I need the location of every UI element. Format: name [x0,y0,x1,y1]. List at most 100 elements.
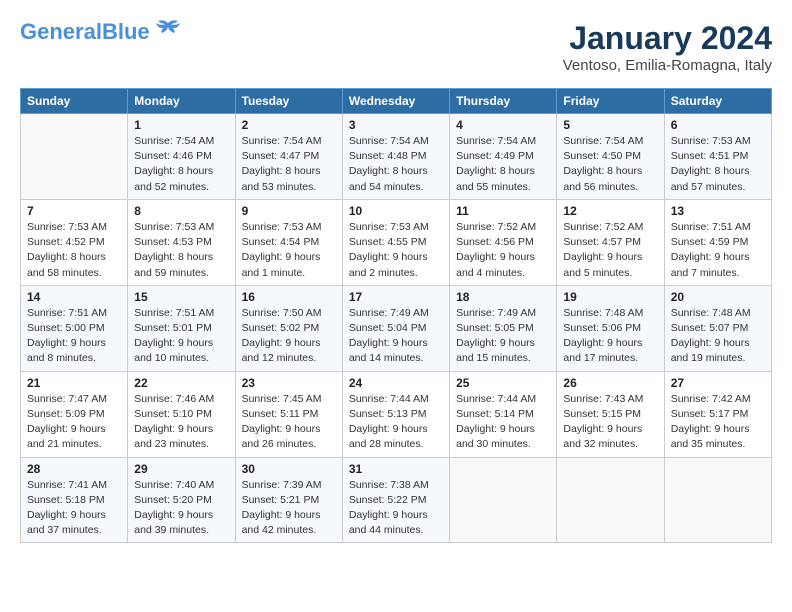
day-number: 12 [563,204,657,218]
day-number: 28 [27,462,121,476]
day-number: 25 [456,376,550,390]
calendar-cell: 2 Sunrise: 7:54 AMSunset: 4:47 PMDaylight… [235,114,342,200]
day-number: 10 [349,204,443,218]
day-number: 16 [242,290,336,304]
calendar-week-row: 1Sunrise: 7:54 AMSunset: 4:46 PMDaylight… [21,114,772,200]
calendar-subtitle: Ventoso, Emilia-Romagna, Italy [563,57,772,74]
calendar-cell: 26 Sunrise: 7:43 AMSunset: 5:15 PMDayligh… [557,371,664,457]
day-detail: Sunrise: 7:54 AMSunset: 4:48 PMDaylight:… [349,134,443,195]
calendar-cell [450,457,557,543]
calendar-cell: 8 Sunrise: 7:53 AMSunset: 4:53 PMDaylight… [128,199,235,285]
day-detail: Sunrise: 7:43 AMSunset: 5:15 PMDaylight:… [563,392,657,453]
calendar-cell: 16 Sunrise: 7:50 AMSunset: 5:02 PMDayligh… [235,285,342,371]
weekday-header-thursday: Thursday [450,89,557,114]
calendar-cell: 21Sunrise: 7:47 AMSunset: 5:09 PMDayligh… [21,371,128,457]
day-number: 8 [134,204,228,218]
day-detail: Sunrise: 7:52 AMSunset: 4:57 PMDaylight:… [563,220,657,281]
calendar-cell: 5 Sunrise: 7:54 AMSunset: 4:50 PMDaylight… [557,114,664,200]
calendar-cell: 23Sunrise: 7:45 AMSunset: 5:11 PMDayligh… [235,371,342,457]
calendar-week-row: 7Sunrise: 7:53 AMSunset: 4:52 PMDaylight… [21,199,772,285]
calendar-cell: 29Sunrise: 7:40 AMSunset: 5:20 PMDayligh… [128,457,235,543]
weekday-header-friday: Friday [557,89,664,114]
calendar-cell: 13 Sunrise: 7:51 AMSunset: 4:59 PMDayligh… [664,199,771,285]
calendar-cell: 27 Sunrise: 7:42 AMSunset: 5:17 PMDayligh… [664,371,771,457]
day-detail: Sunrise: 7:42 AMSunset: 5:17 PMDaylight:… [671,392,765,453]
day-number: 30 [242,462,336,476]
day-number: 17 [349,290,443,304]
calendar-cell: 19Sunrise: 7:48 AMSunset: 5:06 PMDayligh… [557,285,664,371]
calendar-cell: 3Sunrise: 7:54 AMSunset: 4:48 PMDaylight… [342,114,449,200]
calendar-cell [21,114,128,200]
day-detail: Sunrise: 7:51 AMSunset: 5:00 PMDaylight:… [27,306,121,367]
calendar-week-row: 21Sunrise: 7:47 AMSunset: 5:09 PMDayligh… [21,371,772,457]
day-detail: Sunrise: 7:51 AMSunset: 4:59 PMDaylight:… [671,220,765,281]
day-number: 5 [563,118,657,132]
calendar-week-row: 28 Sunrise: 7:41 AMSunset: 5:18 PMDayligh… [21,457,772,543]
calendar-cell: 18Sunrise: 7:49 AMSunset: 5:05 PMDayligh… [450,285,557,371]
calendar-cell: 31 Sunrise: 7:38 AMSunset: 5:22 PMDayligh… [342,457,449,543]
calendar-cell: 11 Sunrise: 7:52 AMSunset: 4:56 PMDayligh… [450,199,557,285]
logo-general: General [20,19,102,44]
day-number: 27 [671,376,765,390]
logo: GeneralBlue [20,20,182,44]
calendar-cell [557,457,664,543]
weekday-header-sunday: Sunday [21,89,128,114]
calendar-cell: 9 Sunrise: 7:53 AMSunset: 4:54 PMDaylight… [235,199,342,285]
day-detail: Sunrise: 7:38 AMSunset: 5:22 PMDaylight:… [349,478,443,539]
day-detail: Sunrise: 7:52 AMSunset: 4:56 PMDaylight:… [456,220,550,281]
calendar-cell: 28 Sunrise: 7:41 AMSunset: 5:18 PMDayligh… [21,457,128,543]
day-number: 11 [456,204,550,218]
calendar-cell: 10 Sunrise: 7:53 AMSunset: 4:55 PMDayligh… [342,199,449,285]
day-number: 9 [242,204,336,218]
calendar-cell: 7Sunrise: 7:53 AMSunset: 4:52 PMDaylight… [21,199,128,285]
calendar-cell: 1Sunrise: 7:54 AMSunset: 4:46 PMDaylight… [128,114,235,200]
day-number: 24 [349,376,443,390]
day-detail: Sunrise: 7:44 AMSunset: 5:14 PMDaylight:… [456,392,550,453]
calendar-cell [664,457,771,543]
day-detail: Sunrise: 7:45 AMSunset: 5:11 PMDaylight:… [242,392,336,453]
day-detail: Sunrise: 7:51 AMSunset: 5:01 PMDaylight:… [134,306,228,367]
day-detail: Sunrise: 7:54 AMSunset: 4:50 PMDaylight:… [563,134,657,195]
calendar-cell: 12 Sunrise: 7:52 AMSunset: 4:57 PMDayligh… [557,199,664,285]
day-detail: Sunrise: 7:39 AMSunset: 5:21 PMDaylight:… [242,478,336,539]
day-detail: Sunrise: 7:50 AMSunset: 5:02 PMDaylight:… [242,306,336,367]
day-detail: Sunrise: 7:41 AMSunset: 5:18 PMDaylight:… [27,478,121,539]
logo-bird-icon [154,19,182,41]
day-number: 1 [134,118,228,132]
weekday-header-tuesday: Tuesday [235,89,342,114]
weekday-header-row: SundayMondayTuesdayWednesdayThursdayFrid… [21,89,772,114]
calendar-cell: 15Sunrise: 7:51 AMSunset: 5:01 PMDayligh… [128,285,235,371]
day-detail: Sunrise: 7:46 AMSunset: 5:10 PMDaylight:… [134,392,228,453]
calendar-week-row: 14 Sunrise: 7:51 AMSunset: 5:00 PMDayligh… [21,285,772,371]
logo-text: GeneralBlue [20,20,150,44]
day-number: 14 [27,290,121,304]
day-number: 22 [134,376,228,390]
calendar-cell: 6Sunrise: 7:53 AMSunset: 4:51 PMDaylight… [664,114,771,200]
day-number: 26 [563,376,657,390]
title-block: January 2024 Ventoso, Emilia-Romagna, It… [563,20,772,74]
day-detail: Sunrise: 7:49 AMSunset: 5:05 PMDaylight:… [456,306,550,367]
header: GeneralBlue January 2024 Ventoso, Emilia… [20,20,772,74]
day-detail: Sunrise: 7:53 AMSunset: 4:54 PMDaylight:… [242,220,336,281]
calendar-cell: 14 Sunrise: 7:51 AMSunset: 5:00 PMDayligh… [21,285,128,371]
day-detail: Sunrise: 7:44 AMSunset: 5:13 PMDaylight:… [349,392,443,453]
day-detail: Sunrise: 7:53 AMSunset: 4:53 PMDaylight:… [134,220,228,281]
day-detail: Sunrise: 7:49 AMSunset: 5:04 PMDaylight:… [349,306,443,367]
day-number: 29 [134,462,228,476]
day-number: 21 [27,376,121,390]
logo-blue: Blue [102,19,150,44]
day-detail: Sunrise: 7:53 AMSunset: 4:55 PMDaylight:… [349,220,443,281]
day-detail: Sunrise: 7:54 AMSunset: 4:47 PMDaylight:… [242,134,336,195]
day-number: 31 [349,462,443,476]
calendar-cell: 25 Sunrise: 7:44 AMSunset: 5:14 PMDayligh… [450,371,557,457]
day-number: 13 [671,204,765,218]
day-number: 20 [671,290,765,304]
calendar-cell: 24 Sunrise: 7:44 AMSunset: 5:13 PMDayligh… [342,371,449,457]
calendar-cell: 30 Sunrise: 7:39 AMSunset: 5:21 PMDayligh… [235,457,342,543]
weekday-header-saturday: Saturday [664,89,771,114]
calendar-cell: 17 Sunrise: 7:49 AMSunset: 5:04 PMDayligh… [342,285,449,371]
weekday-header-wednesday: Wednesday [342,89,449,114]
day-number: 4 [456,118,550,132]
day-number: 2 [242,118,336,132]
calendar-cell: 22 Sunrise: 7:46 AMSunset: 5:10 PMDayligh… [128,371,235,457]
